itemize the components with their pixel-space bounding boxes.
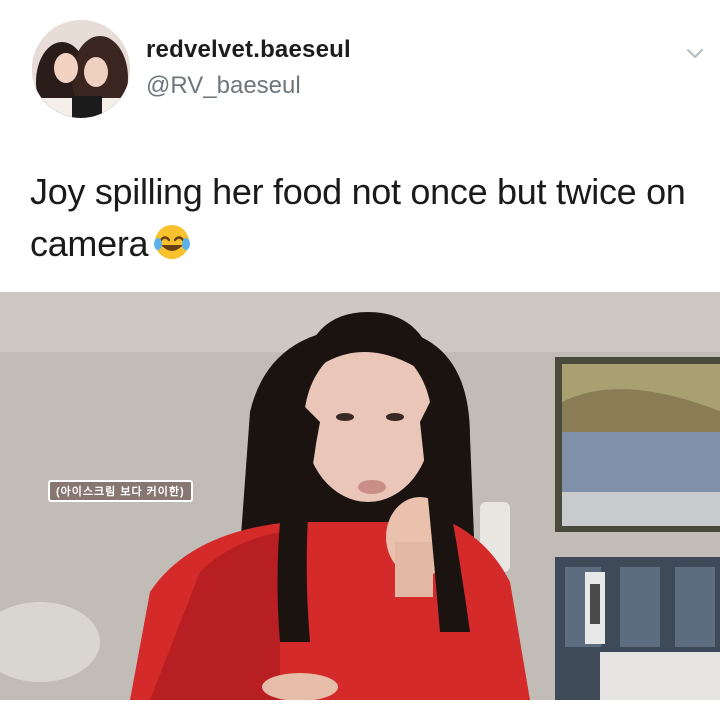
bottom-border: [0, 700, 720, 720]
headboard: [555, 557, 720, 700]
chevron-down-icon[interactable]: [684, 42, 706, 64]
rolling-on-floor-laughing-emoji-icon: [152, 222, 192, 262]
video-caption-sticker: (아이스크림 보다 커이한): [48, 480, 193, 502]
user-handle[interactable]: @RV_baeseul: [146, 72, 301, 100]
wall-painting: [555, 357, 720, 532]
tweet-text-content: Joy spilling her food not once but twice…: [30, 171, 686, 264]
avatar[interactable]: [32, 20, 130, 118]
display-name[interactable]: redvelvet.baeseul: [146, 36, 351, 64]
tweet-card: redvelvet.baeseul @RV_baeseul Joy spilli…: [0, 0, 720, 292]
tweet-text: Joy spilling her food not once but twice…: [30, 166, 700, 270]
